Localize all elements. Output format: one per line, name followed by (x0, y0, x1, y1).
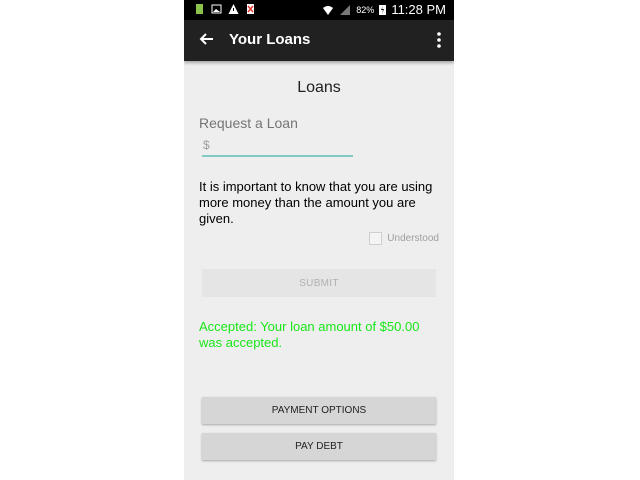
signal-icon (340, 4, 351, 15)
battery-percent: 82% (356, 4, 375, 15)
status-time: 11:28 PM (391, 2, 446, 17)
image-icon (211, 4, 222, 14)
loan-info-text: It is important to know that you are usi… (199, 179, 433, 226)
understood-checkbox[interactable] (369, 232, 383, 245)
system-icons: 82% 11:28 PM (322, 2, 446, 17)
understood-label: Understood (387, 233, 439, 244)
payment-options-button[interactable]: PAYMENT OPTIONS (202, 397, 436, 424)
notification-icons (194, 3, 256, 15)
battery-saver-icon (196, 4, 203, 14)
wifi-icon (323, 5, 334, 15)
app-bar-title: Your Loans (229, 31, 311, 48)
status-bar: 82% 11:28 PM (184, 0, 454, 20)
no-sim-icon (247, 4, 254, 14)
loan-amount-input[interactable] (202, 135, 353, 157)
request-loan-label: Request a Loan (199, 115, 298, 131)
battery-charging-icon (379, 5, 387, 15)
more-vert-icon[interactable] (436, 30, 442, 50)
understood-checkbox-row[interactable]: Understood (369, 232, 439, 245)
phone-screen: 82% 11:28 PM Your Loans Loans Request a … (184, 0, 454, 480)
arrow-back-icon[interactable] (197, 29, 217, 49)
pay-debt-button[interactable]: PAY DEBT (202, 433, 436, 460)
loan-accepted-message: Accepted: Your loan amount of $50.00 was… (199, 319, 420, 350)
page-title: Loans (297, 79, 341, 96)
submit-button[interactable]: SUBMIT (202, 269, 436, 297)
warning-icon (228, 4, 239, 14)
app-bar: Your Loans (184, 20, 454, 61)
